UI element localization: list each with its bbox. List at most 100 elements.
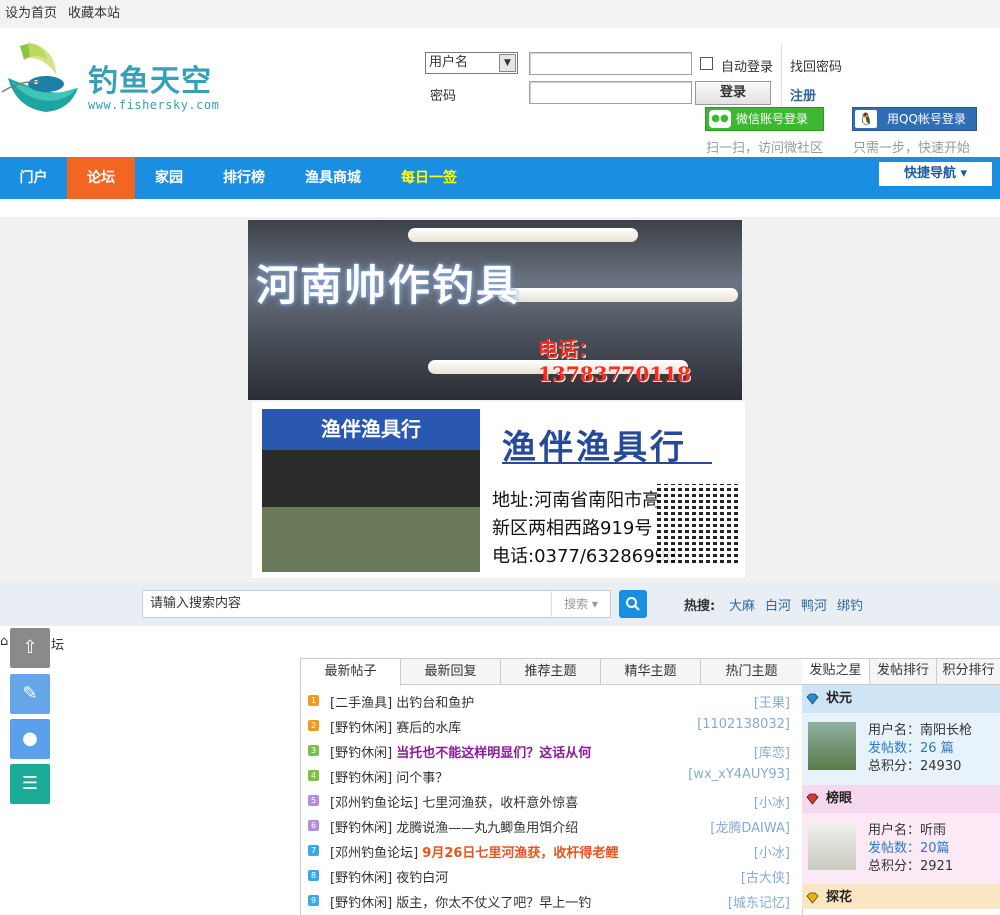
username[interactable]: 南阳长枪 xyxy=(920,723,972,738)
username[interactable]: 听雨 xyxy=(920,823,946,838)
rank-tabs: 发贴之星 发帖排行 积分排行 xyxy=(802,658,1000,685)
fishing-float-image xyxy=(408,228,638,242)
avatar[interactable] xyxy=(808,722,856,770)
list-item[interactable]: 4 [野钓休闲] 问个事？ [wx_xY4AUY93] xyxy=(300,764,792,789)
rank-number-badge: 9 xyxy=(308,895,319,906)
nav-forum[interactable]: 论坛 xyxy=(67,157,135,199)
nav-ranking[interactable]: 排行榜 xyxy=(203,157,285,199)
post-title-text[interactable]: 龙腾说渔——丸九鲫鱼用饵介绍 xyxy=(396,821,578,836)
search-input[interactable]: 请输入搜索内容 xyxy=(142,590,552,618)
set-home-link[interactable]: 设为首页 xyxy=(5,0,57,28)
add-favorite-link[interactable]: 收藏本站 xyxy=(68,0,120,28)
post-author[interactable]: [城东记忆] xyxy=(728,892,790,911)
post-author[interactable]: [古大侠] xyxy=(741,867,790,886)
wechat-login-button[interactable]: ●● 微信账号登录 xyxy=(705,107,824,131)
rank-number-badge: 1 xyxy=(308,695,319,706)
list-item[interactable]: 7 [邓州钓鱼论坛] 9月26日七里河渔获，收杆得老鲤 [小冰] xyxy=(300,839,792,864)
tab-hot[interactable]: 热门主题 xyxy=(701,659,802,685)
nav-home[interactable]: 家园 xyxy=(135,157,203,199)
post-count: 26 篇 xyxy=(920,741,954,756)
tab-post-ranking[interactable]: 发帖排行 xyxy=(870,659,937,684)
post-author[interactable]: [小冰] xyxy=(754,792,790,811)
hot-search-item[interactable]: 大麻 xyxy=(729,595,755,614)
post-category[interactable]: [邓州钓鱼论坛] xyxy=(330,846,418,861)
post-title[interactable]: [野钓休闲] 问个事？ xyxy=(330,767,448,786)
tab-score-ranking[interactable]: 积分排行 xyxy=(937,659,1000,684)
post-category[interactable]: [野钓休闲] xyxy=(330,871,392,886)
auto-login-checkbox[interactable] xyxy=(700,57,713,70)
tab-recommended[interactable]: 推荐主题 xyxy=(501,659,601,685)
register-link[interactable]: 注册 xyxy=(790,85,816,104)
list-item[interactable]: 9 [野钓休闲] 版主，你太不仗义了吧？早上一钓 [城东记忆] xyxy=(300,889,792,914)
post-title[interactable]: [邓州钓鱼论坛] 9月26日七里河渔获，收杆得老鲤 xyxy=(330,842,618,861)
post-category[interactable]: [二手渔具] xyxy=(330,696,392,711)
post-author[interactable]: [龙腾DAIWA] xyxy=(710,817,790,836)
rank-title: 榜眼 xyxy=(802,785,1000,813)
hot-search-item[interactable]: 鸭河 xyxy=(801,595,827,614)
post-title[interactable]: [野钓休闲] 龙腾说渔——丸九鲫鱼用饵介绍 xyxy=(330,817,578,836)
home-icon[interactable]: ⌂ xyxy=(0,634,8,649)
list-item[interactable]: 6 [野钓休闲] 龙腾说渔——丸九鲫鱼用饵介绍 [龙腾DAIWA] xyxy=(300,814,792,839)
post-title-text[interactable]: 9月26日七里河渔获，收杆得老鲤 xyxy=(422,846,618,861)
hot-search-item[interactable]: 绑钓 xyxy=(837,595,863,614)
username-input[interactable] xyxy=(529,52,692,75)
rank-number-badge: 8 xyxy=(308,870,319,881)
password-input[interactable] xyxy=(529,81,692,104)
quick-nav-button[interactable]: 快捷导航 ▾ xyxy=(879,162,992,186)
post-author[interactable]: [wx_xY4AUY93] xyxy=(688,767,790,782)
post-title-text[interactable]: 赛后的水库 xyxy=(396,721,461,736)
tab-featured[interactable]: 精华主题 xyxy=(601,659,701,685)
back-to-top-button[interactable]: ⇧ xyxy=(10,628,50,668)
hot-search-item[interactable]: 白河 xyxy=(765,595,791,614)
nav-shop[interactable]: 渔具商城 xyxy=(285,157,381,199)
qq-penguin-icon: ● xyxy=(22,728,38,749)
find-password-link[interactable]: 找回密码 xyxy=(790,56,842,75)
list-item[interactable]: 3 [野钓休闲] 当托也不能这样明显们？这话从何 [库恋] xyxy=(300,739,792,764)
nav-daily-sign[interactable]: 每日一签 xyxy=(381,157,477,199)
post-category[interactable]: [邓州钓鱼论坛] xyxy=(330,796,418,811)
post-author[interactable]: [1102138032] xyxy=(697,717,790,732)
post-title[interactable]: [野钓休闲] 当托也不能这样明显们？这话从何 xyxy=(330,742,591,761)
post-title[interactable]: [野钓休闲] 版主，你太不仗义了吧？早上一钓 xyxy=(330,892,591,911)
post-title[interactable]: [野钓休闲] 夜钓白河 xyxy=(330,867,448,886)
list-item[interactable]: 1 [二手渔具] 出钓台和鱼护 [王果] xyxy=(300,689,792,714)
tab-latest-replies[interactable]: 最新回复 xyxy=(401,659,501,685)
logo-name: 钓鱼天空 xyxy=(88,64,212,99)
qq-service-button[interactable]: ● xyxy=(10,719,50,759)
post-title[interactable]: [野钓休闲] 赛后的水库 xyxy=(330,717,461,736)
post-title-text[interactable]: 当托也不能这样明显们？这话从何 xyxy=(396,746,591,761)
nav-portal[interactable]: 门户 xyxy=(0,157,67,199)
post-category[interactable]: [野钓休闲] xyxy=(330,821,392,836)
breadcrumb[interactable]: 坛 xyxy=(51,634,64,653)
post-title-text[interactable]: 夜钓白河 xyxy=(396,871,448,886)
ad-banner-tackle-shop[interactable]: 渔伴渔具行 渔伴渔具行 地址:河南省南阳市高 新区两相西路919号 电话:037… xyxy=(252,402,745,578)
post-title-text[interactable]: 出钓台和鱼护 xyxy=(396,696,474,711)
search-button[interactable] xyxy=(619,590,647,618)
menu-button[interactable]: ☰ xyxy=(10,764,50,804)
post-category[interactable]: [野钓休闲] xyxy=(330,746,392,761)
ad-phone: 电话：13783770118 xyxy=(538,337,692,386)
search-type-select[interactable]: 搜索 ▾ xyxy=(551,590,611,618)
list-item[interactable]: 8 [野钓休闲] 夜钓白河 [古大侠] xyxy=(300,864,792,889)
post-author[interactable]: [王果] xyxy=(754,692,790,711)
qq-login-button[interactable]: 🐧 用QQ帐号登录 xyxy=(852,107,977,131)
rank-title: 探花 xyxy=(802,884,1000,909)
rank-title: 状元 xyxy=(802,685,1000,713)
tab-latest-posts[interactable]: 最新帖子 xyxy=(301,659,401,686)
post-title[interactable]: [邓州钓鱼论坛] 七里河渔获，收杆意外惊喜 xyxy=(330,792,578,811)
post-title-text[interactable]: 问个事？ xyxy=(396,771,448,786)
list-item[interactable]: 2 [野钓休闲] 赛后的水库 [1102138032] xyxy=(300,714,792,739)
ad-banner-fishing-gear[interactable]: 河南帅作钓具 电话：13783770118 xyxy=(248,220,742,400)
new-post-button[interactable]: ✎ xyxy=(10,674,50,714)
post-author[interactable]: [小冰] xyxy=(754,842,790,861)
post-category[interactable]: [野钓休闲] xyxy=(330,721,392,736)
post-title-text[interactable]: 七里河渔获，收杆意外惊喜 xyxy=(422,796,578,811)
tab-post-star[interactable]: 发贴之星 xyxy=(802,659,870,684)
login-button[interactable]: 登录 xyxy=(695,81,771,105)
username-type-select[interactable]: 用户名 ▼ xyxy=(425,52,518,74)
post-title[interactable]: [二手渔具] 出钓台和鱼护 xyxy=(330,692,474,711)
post-category[interactable]: [野钓休闲] xyxy=(330,771,392,786)
avatar[interactable] xyxy=(808,822,856,870)
post-author[interactable]: [库恋] xyxy=(754,742,790,761)
list-item[interactable]: 5 [邓州钓鱼论坛] 七里河渔获，收杆意外惊喜 [小冰] xyxy=(300,789,792,814)
